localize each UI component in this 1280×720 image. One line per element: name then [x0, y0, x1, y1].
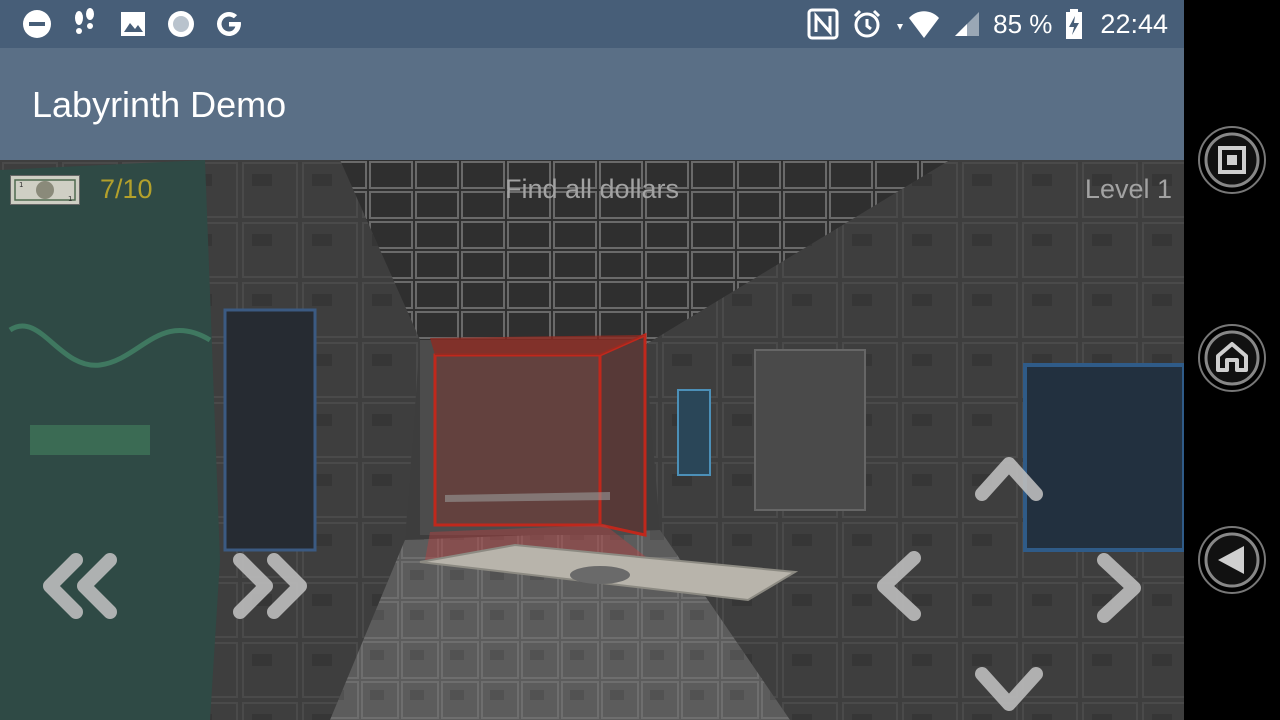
strafe-left-button[interactable] [870, 548, 926, 624]
level-indicator: Level 1 [1084, 174, 1172, 204]
corridor-scene [0, 160, 1184, 720]
recents-button[interactable] [1196, 124, 1268, 196]
game-viewport[interactable]: 1 1 7/10 Find all dollars Level 1 [0, 160, 1184, 720]
objective-text: Find all dollars [504, 174, 680, 204]
notification-icons [22, 8, 244, 40]
double-chevron-left-icon [43, 553, 117, 619]
double-chevron-right-icon [233, 553, 307, 619]
turn-right-button[interactable] [228, 550, 312, 622]
alarm-icon [854, 9, 881, 38]
footsteps-icon [75, 8, 94, 34]
clock: 22:44 [1100, 8, 1168, 39]
app-bar: Labyrinth Demo [0, 48, 1184, 160]
system-indicators: 85 % 22:44 [807, 6, 1168, 42]
status-bar: 85 % 22:44 [0, 0, 1184, 48]
gallery-icon [121, 12, 145, 36]
google-icon [217, 11, 241, 36]
turn-left-button[interactable] [38, 550, 122, 622]
chevron-up-icon [975, 457, 1043, 501]
chevron-down-icon [975, 667, 1043, 711]
navigation-bar [1184, 0, 1280, 720]
strafe-right-button[interactable] [1092, 550, 1148, 626]
home-button[interactable] [1196, 322, 1268, 394]
wifi-icon [897, 11, 940, 38]
app-title: Labyrinth Demo [32, 84, 287, 125]
target-box-side [598, 332, 647, 537]
nfc-icon [807, 8, 839, 40]
move-forward-button[interactable] [972, 450, 1046, 506]
chevron-right-icon [1097, 553, 1141, 623]
do-not-disturb-icon [23, 10, 51, 38]
signal-icon [955, 12, 980, 36]
battery-charging-icon [1066, 9, 1083, 39]
battery-percent: 85 % [993, 8, 1053, 39]
chevron-left-icon [877, 551, 921, 621]
record-icon [168, 11, 194, 37]
move-back-button[interactable] [972, 662, 1046, 718]
back-button[interactable] [1196, 524, 1268, 596]
